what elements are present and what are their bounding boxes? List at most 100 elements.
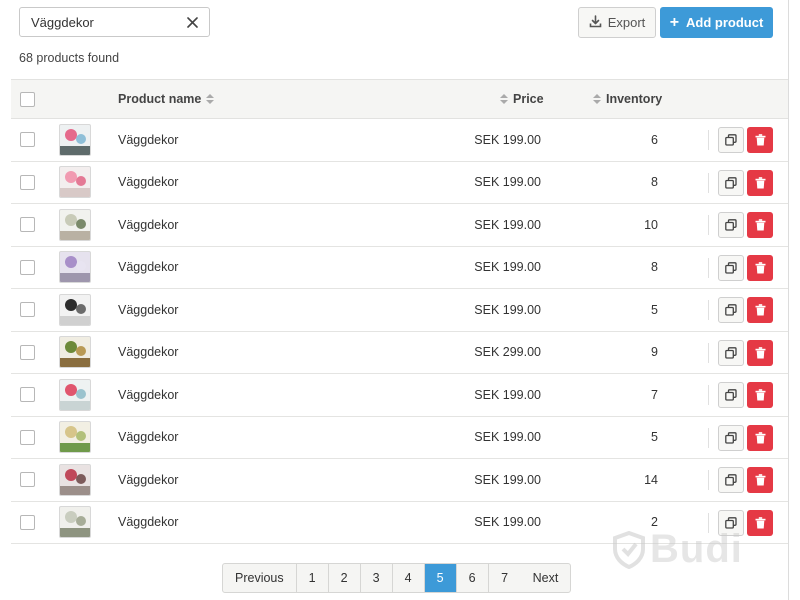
product-thumbnail[interactable] (59, 251, 91, 284)
duplicate-button[interactable] (718, 339, 744, 366)
product-name[interactable]: Väggdekor (118, 204, 178, 246)
duplicate-button[interactable] (718, 169, 744, 196)
delete-button[interactable] (747, 254, 773, 281)
column-price[interactable]: Price (495, 80, 544, 118)
product-inventory: 6 (651, 132, 658, 147)
product-list-panel: 68 products found Export + Add product P… (0, 0, 790, 600)
table-row: Väggdekor SEK 199.00 8 (11, 161, 788, 204)
product-thumbnail[interactable] (59, 166, 91, 199)
product-thumbnail[interactable] (59, 506, 91, 539)
delete-button[interactable] (747, 127, 773, 153)
add-product-button[interactable]: + Add product (660, 7, 773, 38)
actions-divider (708, 215, 709, 235)
product-name[interactable]: Väggdekor (118, 374, 178, 416)
page-3-button[interactable]: 3 (361, 564, 393, 592)
column-inventory[interactable]: Inventory (588, 80, 662, 118)
product-price: SEK 199.00 (474, 132, 541, 147)
trash-icon (755, 389, 765, 401)
row-checkbox[interactable] (20, 217, 35, 233)
product-inventory: 9 (651, 345, 658, 360)
clear-search-icon[interactable] (184, 13, 200, 31)
page-1-button[interactable]: 1 (297, 564, 329, 592)
duplicate-button[interactable] (718, 467, 744, 493)
download-icon (589, 14, 602, 31)
delete-button[interactable] (747, 509, 773, 536)
product-thumbnail[interactable] (59, 123, 91, 156)
actions-divider (708, 427, 709, 448)
product-name[interactable]: Väggdekor (118, 417, 178, 459)
pagination: Previous 1234567 Next (222, 563, 572, 593)
column-product-name[interactable]: Product name (118, 80, 219, 118)
product-thumbnail[interactable] (59, 208, 91, 241)
duplicate-button[interactable] (718, 297, 744, 323)
duplicate-button[interactable] (718, 127, 744, 153)
row-checkbox[interactable] (20, 472, 35, 488)
duplicate-button[interactable] (718, 212, 744, 238)
product-name[interactable]: Väggdekor (118, 459, 178, 501)
product-thumbnail[interactable] (59, 421, 91, 454)
product-price: SEK 199.00 (474, 387, 541, 402)
duplicate-button[interactable] (718, 424, 744, 451)
sort-icon (593, 94, 601, 104)
delete-button[interactable] (747, 424, 773, 451)
row-checkbox[interactable] (20, 174, 35, 190)
row-checkbox[interactable] (20, 387, 35, 403)
product-inventory: 7 (651, 387, 658, 402)
delete-button[interactable] (747, 339, 773, 366)
product-name[interactable]: Väggdekor (118, 289, 178, 331)
row-checkbox[interactable] (20, 429, 35, 445)
export-button[interactable]: Export (578, 7, 656, 38)
previous-page-button[interactable]: Previous (223, 564, 297, 592)
table-row: Väggdekor SEK 199.00 7 (11, 374, 788, 417)
select-all-checkbox[interactable] (20, 91, 35, 107)
product-name[interactable]: Väggdekor (118, 162, 178, 204)
page-numbers: 1234567 (297, 564, 521, 592)
delete-button[interactable] (747, 212, 773, 238)
delete-button[interactable] (747, 297, 773, 323)
duplicate-button[interactable] (718, 382, 744, 408)
row-checkbox[interactable] (20, 344, 35, 360)
row-checkbox[interactable] (20, 132, 35, 148)
trash-icon (755, 304, 765, 316)
table-row: Väggdekor SEK 199.00 8 (11, 246, 788, 289)
product-name[interactable]: Väggdekor (118, 502, 178, 544)
thumbnail-cell (59, 459, 91, 501)
products-table: Product name Price Inventory Väggdekor S… (11, 79, 788, 544)
select-all-cell (20, 80, 35, 118)
row-select-cell (20, 247, 35, 289)
product-name[interactable]: Väggdekor (118, 119, 178, 161)
delete-button[interactable] (747, 467, 773, 493)
search-input[interactable] (20, 9, 180, 35)
product-name[interactable]: Väggdekor (118, 332, 178, 374)
page-6-button[interactable]: 6 (457, 564, 489, 592)
product-thumbnail[interactable] (59, 378, 91, 411)
product-thumbnail[interactable] (59, 293, 91, 326)
delete-button[interactable] (747, 169, 773, 196)
copy-icon (725, 219, 737, 231)
product-name[interactable]: Väggdekor (118, 247, 178, 289)
trash-icon (755, 516, 765, 528)
page-7-button[interactable]: 7 (489, 564, 521, 592)
actions-divider (708, 300, 709, 320)
delete-button[interactable] (747, 382, 773, 408)
column-price-label: Price (513, 92, 544, 106)
export-label: Export (607, 15, 646, 30)
row-checkbox[interactable] (20, 514, 35, 530)
row-checkbox[interactable] (20, 259, 35, 275)
trash-icon (755, 176, 765, 188)
actions-divider (708, 470, 709, 490)
product-thumbnail[interactable] (59, 336, 91, 369)
next-page-button[interactable]: Next (521, 564, 571, 592)
copy-icon (725, 304, 737, 316)
product-price: SEK 199.00 (474, 175, 541, 190)
page-2-button[interactable]: 2 (329, 564, 361, 592)
thumbnail-cell (59, 247, 91, 289)
duplicate-button[interactable] (718, 254, 744, 281)
actions-divider (708, 130, 709, 150)
page-5-button[interactable]: 5 (424, 564, 457, 592)
product-thumbnail[interactable] (59, 463, 91, 496)
product-inventory: 8 (651, 175, 658, 190)
row-select-cell (20, 417, 35, 459)
page-4-button[interactable]: 4 (393, 564, 425, 592)
row-checkbox[interactable] (20, 302, 35, 318)
